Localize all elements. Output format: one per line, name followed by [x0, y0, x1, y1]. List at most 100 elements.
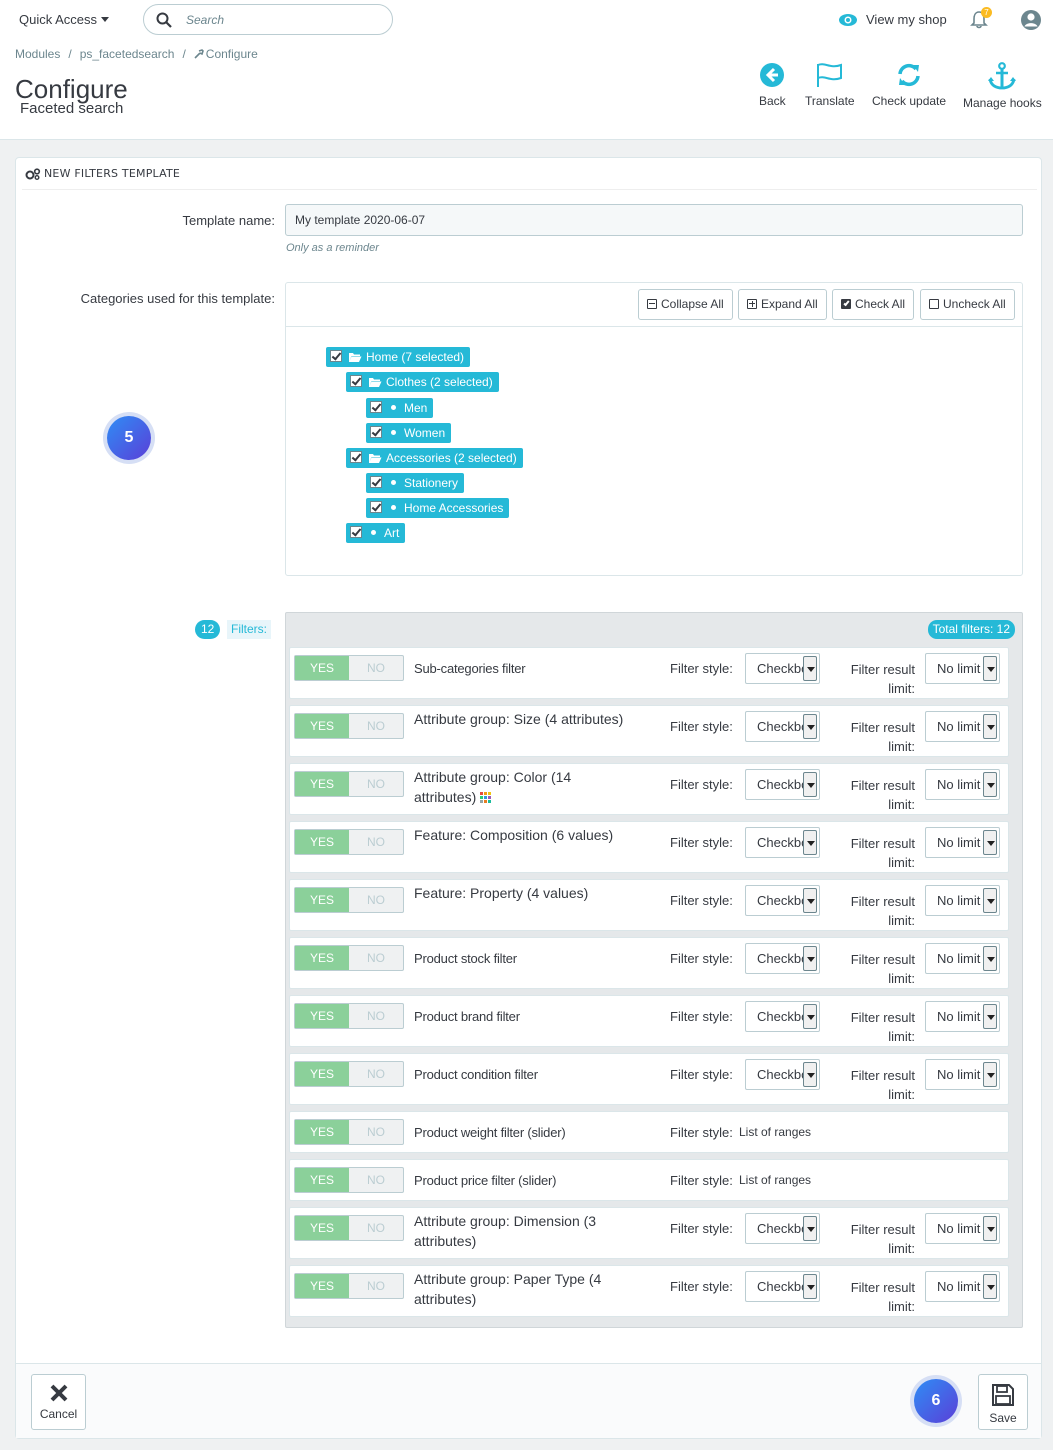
- filter-style-select[interactable]: Checkbox: [745, 827, 820, 858]
- filter-row: YES NO Product weight filter (slider) Fil…: [289, 1111, 1009, 1153]
- checkbox-checked[interactable]: [370, 426, 382, 438]
- toggle-yes[interactable]: YES: [295, 1168, 349, 1192]
- filter-style-select[interactable]: Checkbox: [745, 1271, 820, 1302]
- toggle-no[interactable]: NO: [349, 888, 403, 912]
- tree-node-home[interactable]: Home (7 selected): [326, 347, 471, 367]
- toggle-yes[interactable]: YES: [295, 714, 349, 738]
- check-all-button[interactable]: Check All: [832, 289, 915, 320]
- filter-limit-select[interactable]: No limit: [925, 943, 1000, 974]
- toggle-yes[interactable]: YES: [295, 1004, 349, 1028]
- checkbox-checked[interactable]: [370, 501, 382, 513]
- toggle-yes[interactable]: YES: [295, 1062, 349, 1086]
- tree-node-clothes[interactable]: Clothes (2 selected): [346, 372, 499, 392]
- manage-hooks-button[interactable]: Manage hooks: [963, 62, 1042, 110]
- tree-node-home-accessories[interactable]: Home Accessories: [366, 498, 510, 518]
- checkbox-checked[interactable]: [370, 401, 382, 413]
- filter-style-select[interactable]: Checkbox: [745, 653, 820, 684]
- breadcrumb-modules[interactable]: Modules: [15, 47, 60, 61]
- toggle-no[interactable]: NO: [349, 1062, 403, 1086]
- checkbox-checked[interactable]: [350, 526, 362, 538]
- filter-toggle[interactable]: YES NO: [294, 1215, 404, 1241]
- filter-style-select[interactable]: Checkbox: [745, 1213, 820, 1244]
- filter-toggle[interactable]: YES NO: [294, 1003, 404, 1029]
- checkbox-checked[interactable]: [330, 350, 342, 362]
- checkbox-checked[interactable]: [370, 476, 382, 488]
- filter-toggle[interactable]: YES NO: [294, 713, 404, 739]
- view-shop-label: View my shop: [866, 12, 947, 27]
- toggle-no[interactable]: NO: [349, 772, 403, 796]
- toggle-no[interactable]: NO: [349, 1120, 403, 1144]
- view-shop-link[interactable]: View my shop: [838, 12, 947, 27]
- filter-toggle[interactable]: YES NO: [294, 655, 404, 681]
- breadcrumb-module[interactable]: ps_facetedsearch: [80, 47, 175, 61]
- collapse-all-button[interactable]: Collapse All: [638, 289, 733, 320]
- uncheck-all-button[interactable]: Uncheck All: [920, 289, 1015, 320]
- select-value: No limit: [937, 835, 981, 850]
- check-all-label: Check All: [855, 297, 906, 311]
- tree-node-accessories[interactable]: Accessories (2 selected): [346, 448, 523, 468]
- filter-limit-select[interactable]: No limit: [925, 1059, 1000, 1090]
- filter-limit-select[interactable]: No limit: [925, 1213, 1000, 1244]
- filter-limit-select[interactable]: No limit: [925, 653, 1000, 684]
- filter-toggle[interactable]: YES NO: [294, 1119, 404, 1145]
- filter-toggle[interactable]: YES NO: [294, 887, 404, 913]
- filter-style-select[interactable]: Checkbox: [745, 885, 820, 916]
- toggle-yes[interactable]: YES: [295, 1216, 349, 1240]
- filter-style-select[interactable]: Checkbox: [745, 711, 820, 742]
- square-icon: [929, 299, 939, 309]
- toggle-yes[interactable]: YES: [295, 772, 349, 796]
- filter-limit-select[interactable]: No limit: [925, 1001, 1000, 1032]
- toggle-no[interactable]: NO: [349, 714, 403, 738]
- filter-style-select[interactable]: Checkbox: [745, 1001, 820, 1032]
- filter-style-select[interactable]: Checkbox: [745, 1059, 820, 1090]
- toggle-yes[interactable]: YES: [295, 656, 349, 680]
- filter-limit-select[interactable]: No limit: [925, 827, 1000, 858]
- dropdown-arrow-icon: [803, 1004, 817, 1029]
- back-button[interactable]: Back: [759, 62, 786, 108]
- toggle-yes[interactable]: YES: [295, 1120, 349, 1144]
- user-icon[interactable]: [1020, 9, 1042, 31]
- filter-limit-select[interactable]: No limit: [925, 769, 1000, 800]
- filter-style-select[interactable]: Checkbox: [745, 769, 820, 800]
- toggle-yes[interactable]: YES: [295, 946, 349, 970]
- step-marker-6: 6: [914, 1379, 958, 1423]
- filter-limit-select[interactable]: No limit: [925, 1271, 1000, 1302]
- toggle-yes[interactable]: YES: [295, 888, 349, 912]
- search-input[interactable]: [186, 11, 376, 29]
- toggle-no[interactable]: NO: [349, 656, 403, 680]
- tree-node-stationery[interactable]: Stationery: [366, 473, 465, 493]
- filter-toggle[interactable]: YES NO: [294, 1273, 404, 1299]
- tree-node-women[interactable]: Women: [366, 423, 452, 443]
- filter-limit-select[interactable]: No limit: [925, 711, 1000, 742]
- toggle-no[interactable]: NO: [349, 946, 403, 970]
- filter-style-select[interactable]: Checkbox: [745, 943, 820, 974]
- select-value: No limit: [937, 661, 981, 676]
- filter-toggle[interactable]: YES NO: [294, 771, 404, 797]
- save-button[interactable]: Save: [978, 1374, 1028, 1430]
- filter-toggle[interactable]: YES NO: [294, 945, 404, 971]
- checkbox-checked[interactable]: [350, 451, 362, 463]
- filter-limit-select[interactable]: No limit: [925, 885, 1000, 916]
- quick-access-menu[interactable]: Quick Access: [19, 12, 110, 27]
- checkbox-checked[interactable]: [350, 375, 362, 387]
- cancel-button[interactable]: Cancel: [31, 1374, 86, 1430]
- check-update-button[interactable]: Check update: [872, 62, 946, 108]
- filter-name: Feature: Property (4 values): [414, 885, 589, 901]
- filter-toggle[interactable]: YES NO: [294, 829, 404, 855]
- toggle-yes[interactable]: YES: [295, 830, 349, 854]
- tree-node-art[interactable]: Art: [346, 523, 406, 543]
- toggle-no[interactable]: NO: [349, 1274, 403, 1298]
- toggle-no[interactable]: NO: [349, 830, 403, 854]
- filter-toggle[interactable]: YES NO: [294, 1167, 404, 1193]
- toggle-no[interactable]: NO: [349, 1216, 403, 1240]
- expand-all-button[interactable]: Expand All: [738, 289, 827, 320]
- toggle-yes[interactable]: YES: [295, 1274, 349, 1298]
- dropdown-arrow-icon: [803, 656, 817, 681]
- tree-node-men[interactable]: Men: [366, 398, 434, 418]
- search-icon: [156, 12, 172, 28]
- filter-toggle[interactable]: YES NO: [294, 1061, 404, 1087]
- translate-button[interactable]: Translate: [805, 62, 855, 108]
- toggle-no[interactable]: NO: [349, 1004, 403, 1028]
- template-name-input[interactable]: [285, 204, 1023, 236]
- toggle-no[interactable]: NO: [349, 1168, 403, 1192]
